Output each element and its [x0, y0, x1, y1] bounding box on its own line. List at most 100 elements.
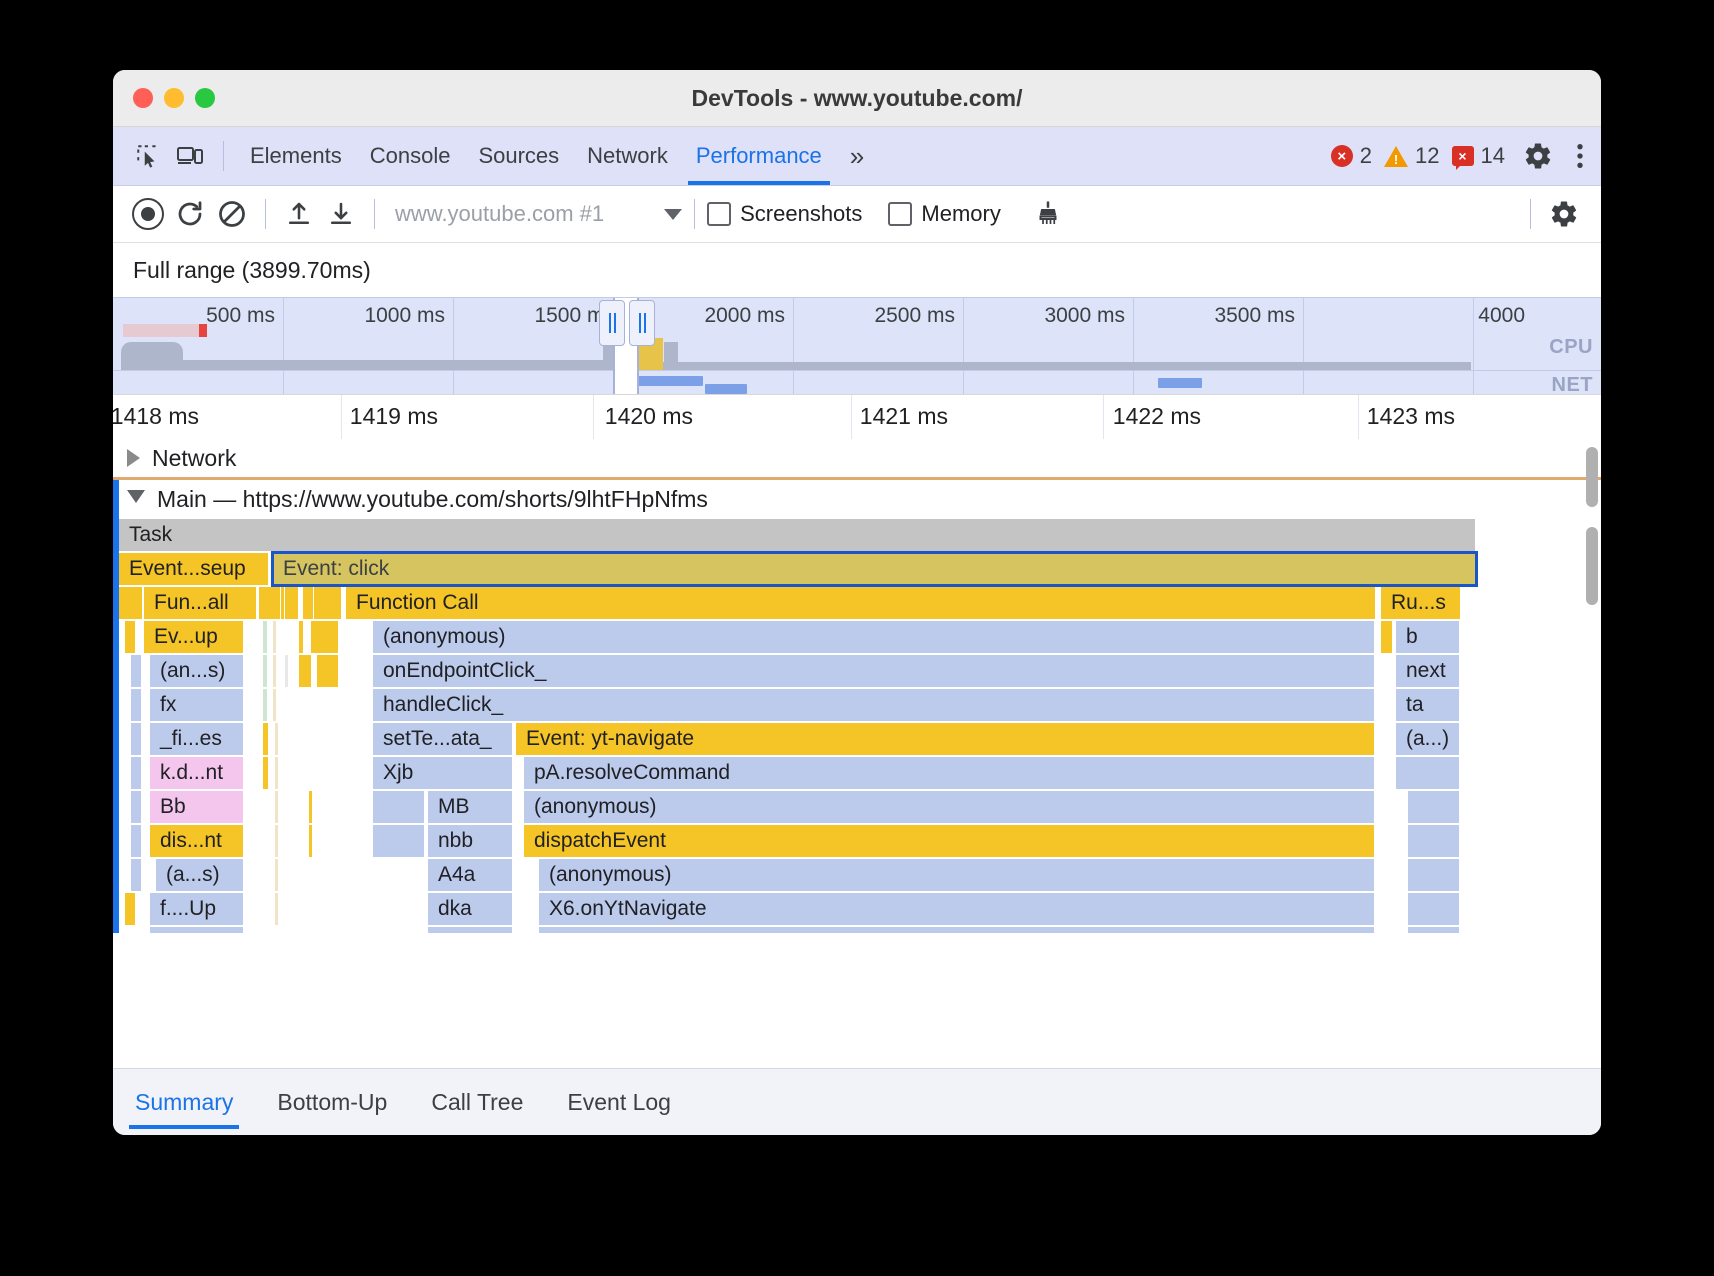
flame-event[interactable]: b — [1396, 621, 1460, 653]
flame-row-task[interactable]: Task — [113, 518, 1601, 552]
gear-icon[interactable] — [1517, 135, 1559, 177]
flame-event[interactable]: next — [1396, 655, 1460, 687]
flame-event[interactable]: f....Up — [150, 893, 244, 925]
warning-badge[interactable]: ! 12 — [1384, 143, 1439, 169]
tab-console[interactable]: Console — [356, 127, 465, 185]
flame-event[interactable]: _fi...es — [150, 723, 244, 755]
timeline-ruler[interactable]: 1418 ms 1419 ms 1420 ms 1421 ms 1422 ms … — [113, 394, 1601, 439]
overview-window-left-handle[interactable] — [599, 300, 625, 346]
flame-event-unlabeled[interactable] — [125, 893, 136, 925]
flame-event[interactable]: ta — [1396, 689, 1460, 721]
window-controls[interactable] — [133, 88, 215, 108]
flame-event[interactable]: Ev...up — [144, 621, 244, 653]
flame-event-unlabeled[interactable] — [131, 859, 142, 891]
flame-event-unlabeled[interactable] — [373, 825, 425, 857]
flame-event[interactable]: Event: click — [273, 553, 1476, 585]
flame-event-unlabeled[interactable] — [1408, 791, 1460, 823]
kebab-menu-icon[interactable] — [1559, 135, 1601, 177]
flame-event-unlabeled[interactable] — [1408, 893, 1460, 925]
flame-event-unlabeled[interactable] — [303, 587, 314, 619]
tab-event-log[interactable]: Event Log — [567, 1069, 671, 1135]
recording-select[interactable]: www.youtube.com #1 — [395, 201, 682, 227]
screenshots-checkbox[interactable]: Screenshots — [707, 201, 888, 227]
flame-event[interactable]: (a...s) — [156, 859, 244, 891]
flame-event-unlabeled[interactable] — [125, 621, 136, 653]
error-badge[interactable]: × 2 — [1331, 143, 1372, 169]
flame-event[interactable]: Bb — [150, 791, 244, 823]
flame-event[interactable]: setTe...ata_ — [373, 723, 513, 755]
flame-event[interactable]: (an...s) — [150, 655, 244, 687]
timeline-overview[interactable]: 500 ms 1000 ms 1500 ms 2000 ms 2500 ms 3… — [113, 297, 1601, 394]
collect-garbage-icon[interactable] — [1027, 193, 1069, 235]
flame-event[interactable]: k.d...nt — [150, 757, 244, 789]
more-tabs-icon[interactable]: » — [836, 141, 875, 172]
flame-event-unlabeled[interactable] — [1408, 859, 1460, 891]
flame-event-unlabeled[interactable] — [285, 587, 299, 619]
flame-event[interactable]: X6.handleNavigate — [539, 927, 1375, 933]
tab-performance[interactable]: Performance — [682, 127, 836, 185]
flame-event[interactable]: onEndpointClick_ — [373, 655, 1375, 687]
flame-event-unlabeled[interactable] — [373, 791, 425, 823]
tab-sources[interactable]: Sources — [464, 127, 573, 185]
tab-summary[interactable]: Summary — [135, 1069, 233, 1135]
download-profile-icon[interactable] — [320, 193, 362, 235]
issues-badge[interactable]: × 14 — [1452, 143, 1505, 169]
flame-event[interactable]: (anonymous) — [539, 859, 1375, 891]
network-track-header[interactable]: Network — [113, 439, 1601, 477]
flame-event[interactable]: A4a — [428, 859, 513, 891]
flame-event-unlabeled[interactable] — [131, 689, 142, 721]
flame-event-unlabeled[interactable] — [1408, 927, 1460, 933]
flame-event-unlabeled[interactable] — [1408, 825, 1460, 857]
overview-window-right-handle[interactable] — [629, 300, 655, 346]
main-track-header[interactable]: Main — https://www.youtube.com/shorts/9l… — [113, 480, 1601, 518]
flame-event-unlabeled[interactable] — [259, 587, 281, 619]
flame-event-unlabeled[interactable] — [131, 655, 142, 687]
device-toolbar-icon[interactable] — [169, 135, 211, 177]
flame-event[interactable]: nbb — [428, 825, 513, 857]
flame-event[interactable]: f.get — [428, 927, 513, 933]
flame-event-unlabeled[interactable] — [119, 587, 143, 619]
flame-event[interactable]: dispatchEvent — [524, 825, 1375, 857]
flame-event-unlabeled[interactable] — [131, 791, 142, 823]
clear-no-entry-icon[interactable] — [211, 193, 253, 235]
flame-event-unlabeled[interactable] — [1396, 757, 1460, 789]
flame-chart-tracks[interactable]: Network Main — https://www.youtube.com/s… — [113, 439, 1601, 933]
flame-event-unlabeled[interactable] — [317, 655, 339, 687]
flame-event-unlabeled[interactable] — [131, 723, 142, 755]
flame-event-unlabeled[interactable] — [299, 655, 312, 687]
flame-event[interactable]: Event: yt-navigate — [516, 723, 1375, 755]
flame-event[interactable]: dis...nt — [150, 825, 244, 857]
tab-elements[interactable]: Elements — [236, 127, 356, 185]
reload-record-icon[interactable] — [169, 193, 211, 235]
flame-event[interactable]: pA.resolveCommand — [524, 757, 1375, 789]
tab-bottom-up[interactable]: Bottom-Up — [277, 1069, 387, 1135]
flame-event[interactable]: (a...) — [1396, 723, 1460, 755]
record-circle-icon[interactable] — [127, 193, 169, 235]
capture-settings-gear-icon[interactable] — [1543, 193, 1585, 235]
tab-network[interactable]: Network — [573, 127, 682, 185]
flame-event[interactable]: Fun...all — [144, 587, 257, 619]
flame-event[interactable]: (anonymous) — [373, 621, 1375, 653]
inspect-cursor-icon[interactable] — [127, 135, 169, 177]
flame-event-unlabeled[interactable] — [314, 587, 342, 619]
flame-event[interactable]: (anonymous) — [524, 791, 1375, 823]
flame-event[interactable]: Ru...s — [1381, 587, 1461, 619]
flame-event-unlabeled[interactable] — [131, 825, 142, 857]
flame-event[interactable]: MB — [428, 791, 513, 823]
flame-event[interactable]: Xjb — [373, 757, 513, 789]
minimize-window-button[interactable] — [164, 88, 184, 108]
flame-event[interactable]: Event...seup — [119, 553, 269, 585]
maximize-window-button[interactable] — [195, 88, 215, 108]
flame-event-unlabeled[interactable] — [1381, 621, 1393, 653]
flame-event[interactable]: Function Call — [346, 587, 1376, 619]
upload-profile-icon[interactable] — [278, 193, 320, 235]
memory-checkbox[interactable]: Memory — [888, 201, 1026, 227]
flame-event-unlabeled[interactable] — [311, 621, 339, 653]
flame-event[interactable]: fx — [150, 689, 244, 721]
close-window-button[interactable] — [133, 88, 153, 108]
flame-event[interactable]: handleClick_ — [373, 689, 1375, 721]
flame-event[interactable]: X6.onYtNavigate — [539, 893, 1375, 925]
flame-event-task[interactable]: Task — [119, 519, 1476, 551]
tracks-scrollbar[interactable] — [1586, 447, 1598, 507]
flame-event[interactable]: dka — [428, 893, 513, 925]
